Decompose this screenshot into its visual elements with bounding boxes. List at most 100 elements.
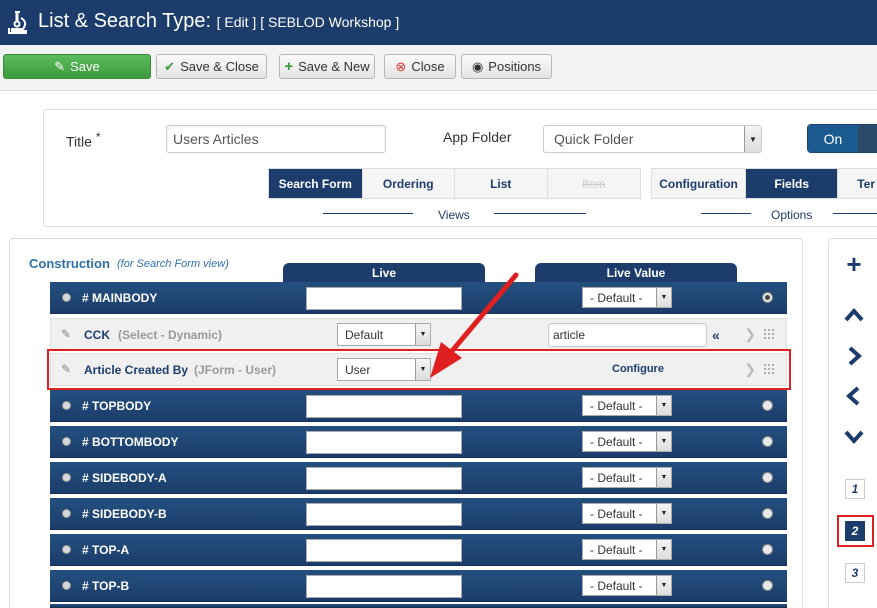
save-button[interactable]: ✎ Save [3, 54, 151, 79]
position-name: # SIDEBODY-A [82, 471, 167, 485]
chevron-right-icon[interactable]: ❯ [744, 326, 756, 343]
position-name: # MAINBODY [82, 291, 158, 305]
chevron-down-icon: ▼ [415, 324, 430, 345]
chevron-down-icon: ▼ [656, 576, 671, 595]
chevron-down-icon: ▼ [656, 432, 671, 451]
title-label: Title * [66, 130, 101, 150]
chevron-down-icon: ▼ [744, 126, 761, 152]
position-default-value: - Default - [590, 578, 643, 593]
position-live-input[interactable] [306, 539, 462, 562]
edit-icon: ✎ [54, 59, 66, 74]
position-default-select[interactable]: - Default - ▼ [582, 431, 672, 452]
position-default-select[interactable]: - Default - ▼ [582, 287, 672, 308]
sidebar-panel [828, 238, 877, 608]
chevron-left-icon[interactable] [843, 385, 865, 407]
position-row-top-a: # TOP-A - Default - ▼ [50, 534, 787, 566]
options-divider-left [701, 213, 751, 214]
tab-item: Item [582, 176, 606, 191]
pencil-icon[interactable]: ✎ [61, 327, 71, 341]
position-bullet-icon [62, 437, 71, 446]
position-radio[interactable] [762, 436, 773, 447]
position-radio[interactable] [762, 544, 773, 555]
title-label-text: Title [66, 133, 92, 150]
page-title-text: List & Search Type: [38, 10, 212, 32]
position-radio[interactable] [762, 400, 773, 411]
position-radio[interactable] [762, 472, 773, 483]
position-name: # TOP-B [82, 579, 130, 593]
options-group-label: Options [771, 208, 813, 222]
save-close-label: Save & Close [180, 59, 259, 74]
page-button-1[interactable]: 1 [845, 479, 865, 499]
tab-ordering[interactable]: Ordering [363, 169, 455, 198]
position-live-input[interactable] [306, 467, 462, 490]
app-folder-select[interactable]: Quick Folder ▼ [543, 125, 762, 153]
page-highlight-box [837, 515, 874, 547]
field-live-select[interactable]: Default ▼ [337, 323, 431, 346]
position-name: # SIDEBODY-B [82, 507, 167, 521]
position-default-select[interactable]: - Default - ▼ [582, 539, 672, 560]
position-bullet-icon [62, 509, 71, 518]
position-bullet-icon [62, 473, 71, 482]
position-row-bottombody: # BOTTOMBODY - Default - ▼ [50, 426, 787, 458]
construction-subtitle: (for Search Form view) [117, 258, 229, 270]
chevron-down-icon: ▼ [656, 468, 671, 487]
options-divider-right [833, 213, 877, 214]
chevron-down-icon[interactable] [843, 425, 865, 447]
position-live-input[interactable] [306, 503, 462, 526]
position-live-input[interactable] [306, 575, 462, 598]
position-default-select[interactable]: - Default - ▼ [582, 467, 672, 488]
position-live-input[interactable] [306, 431, 462, 454]
highlight-box [47, 349, 791, 390]
position-default-select[interactable]: - Default - ▼ [582, 575, 672, 596]
construction-title: Construction [29, 256, 110, 271]
save-close-button[interactable]: ✔ Save & Close [156, 54, 267, 79]
views-group-label: Views [438, 208, 470, 222]
position-name: # BOTTOMBODY [82, 435, 179, 449]
toggle-on[interactable]: On [808, 125, 858, 152]
options-tabs: Configuration Fields Ter [651, 168, 877, 199]
state-toggle[interactable]: On [807, 124, 877, 153]
field-live-value-input[interactable]: article [548, 323, 707, 347]
position-row-topbody: # TOPBODY - Default - ▼ [50, 390, 787, 422]
chevron-right-icon[interactable] [843, 345, 865, 367]
drag-handle-icon[interactable] [763, 328, 774, 341]
positions-button[interactable]: ◉ Positions [461, 54, 552, 79]
title-input[interactable]: Users Articles [166, 125, 386, 153]
position-live-input[interactable] [306, 395, 462, 418]
double-chevron-left-icon[interactable]: « [712, 327, 720, 343]
field-row-cck: ✎ CCK (Select - Dynamic) Default ▼ artic… [50, 318, 787, 350]
position-default-value: - Default - [590, 398, 643, 413]
tab-template[interactable]: Ter [838, 169, 877, 198]
microscope-icon [8, 11, 27, 34]
position-row-mainbody: # MAINBODY - Default - ▼ [50, 282, 787, 314]
position-default-value: - Default - [590, 506, 643, 521]
chevron-up-icon[interactable] [843, 305, 865, 327]
position-live-input[interactable] [306, 287, 462, 310]
position-radio[interactable] [762, 580, 773, 591]
position-default-select[interactable]: - Default - ▼ [582, 395, 672, 416]
position-default-value: - Default - [590, 470, 643, 485]
views-tabs: Search Form Ordering List Item [268, 168, 641, 199]
position-default-select[interactable]: - Default - ▼ [582, 503, 672, 524]
tab-list[interactable]: List [455, 169, 548, 198]
chevron-down-icon: ▼ [656, 540, 671, 559]
eye-icon: ◉ [471, 59, 484, 74]
plus-icon: + [284, 58, 294, 75]
save-new-label: Save & New [298, 59, 370, 74]
position-default-value: - Default - [590, 290, 643, 305]
page-button-3[interactable]: 3 [845, 563, 865, 583]
position-bullet-icon [62, 401, 71, 410]
page-header: List & Search Type: [ Edit ] [ SEBLOD Wo… [0, 0, 877, 45]
position-radio[interactable] [762, 508, 773, 519]
plus-icon[interactable]: + [843, 249, 865, 279]
save-button-label: Save [70, 59, 100, 74]
tab-search-form[interactable]: Search Form [269, 169, 363, 198]
close-button[interactable]: ⊗ Close [384, 54, 456, 79]
page-title: List & Search Type: [ Edit ] [ SEBLOD Wo… [38, 10, 399, 33]
position-radio[interactable] [762, 292, 773, 303]
tab-fields[interactable]: Fields [746, 169, 839, 198]
tab-configuration[interactable]: Configuration [652, 169, 747, 198]
positions-label: Positions [488, 59, 542, 74]
save-new-button[interactable]: + Save & New [279, 54, 375, 79]
toggle-off[interactable] [858, 125, 877, 152]
